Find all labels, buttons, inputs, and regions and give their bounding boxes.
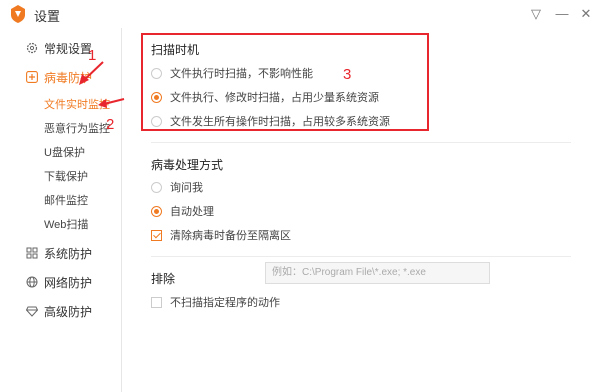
checkbox-checked[interactable] xyxy=(151,230,162,241)
sidebar-item-system-protection[interactable]: 系统防护 xyxy=(26,244,92,264)
sidebar-subitem-behavior-monitor[interactable]: 恶意行为监控 xyxy=(44,120,110,138)
virus-handling-title: 病毒处理方式 xyxy=(151,158,224,172)
checkbox-label: 不扫描指定程序的动作 xyxy=(170,297,280,309)
sidebar-item-label: 高级防护 xyxy=(44,305,93,319)
annotation-arrow-1 xyxy=(79,61,104,85)
dropdown-button[interactable]: ▽ xyxy=(526,4,546,24)
sidebar-item-advanced-protection[interactable]: 高级防护 xyxy=(26,302,92,322)
annotation-number-3: 3 xyxy=(343,66,352,83)
globe-icon xyxy=(26,276,38,288)
diamond-icon xyxy=(26,306,38,317)
radio-button-selected[interactable] xyxy=(151,206,162,217)
exclude-program-checkbox[interactable]: 不扫描指定程序的动作 xyxy=(151,295,280,311)
backup-to-quarantine-checkbox[interactable]: 清除病毒时备份至隔离区 xyxy=(151,228,291,244)
annotation-number-2: 2 xyxy=(106,116,115,133)
radio-button[interactable] xyxy=(151,182,162,193)
checkbox-label: 清除病毒时备份至隔离区 xyxy=(170,230,291,242)
checkbox[interactable] xyxy=(151,297,162,308)
sidebar-item-general[interactable]: 常规设置 xyxy=(26,39,92,59)
sidebar-subitem-web-scan[interactable]: Web扫描 xyxy=(44,216,88,234)
radio-label: 自动处理 xyxy=(170,206,214,218)
annotation-arrow-2 xyxy=(98,98,125,108)
exclude-title: 排除 xyxy=(151,272,176,286)
annotation-highlight-box xyxy=(141,33,429,131)
sidebar-subitem-download-protection[interactable]: 下载保护 xyxy=(44,168,88,186)
sidebar-item-network-protection[interactable]: 网络防护 xyxy=(26,273,92,293)
sidebar-subitem-usb-protection[interactable]: U盘保护 xyxy=(44,144,85,162)
sidebar-item-label: 网络防护 xyxy=(44,276,93,290)
radio-label: 询问我 xyxy=(170,182,203,194)
divider xyxy=(151,142,571,143)
sidebar-subitem-mail-monitor[interactable]: 邮件监控 xyxy=(44,192,88,210)
sidebar-item-label: 常规设置 xyxy=(44,42,93,56)
title-bar: 设置 ▽ — ✕ xyxy=(0,0,600,28)
plus-shield-icon xyxy=(26,71,38,83)
minimize-button[interactable]: — xyxy=(552,4,572,24)
system-icon xyxy=(26,247,38,259)
close-button[interactable]: ✕ xyxy=(576,4,596,24)
exclude-program-input[interactable]: 例如：C:\Program File\*.exe; *.exe xyxy=(265,262,490,284)
virus-handling-option-auto[interactable]: 自动处理 xyxy=(151,204,214,220)
window-title: 设置 xyxy=(34,9,61,24)
app-logo-icon xyxy=(11,5,25,23)
gear-icon xyxy=(26,42,38,54)
divider xyxy=(151,256,571,257)
virus-handling-option-ask[interactable]: 询问我 xyxy=(151,180,203,196)
sidebar-item-label: 系统防护 xyxy=(44,247,93,261)
